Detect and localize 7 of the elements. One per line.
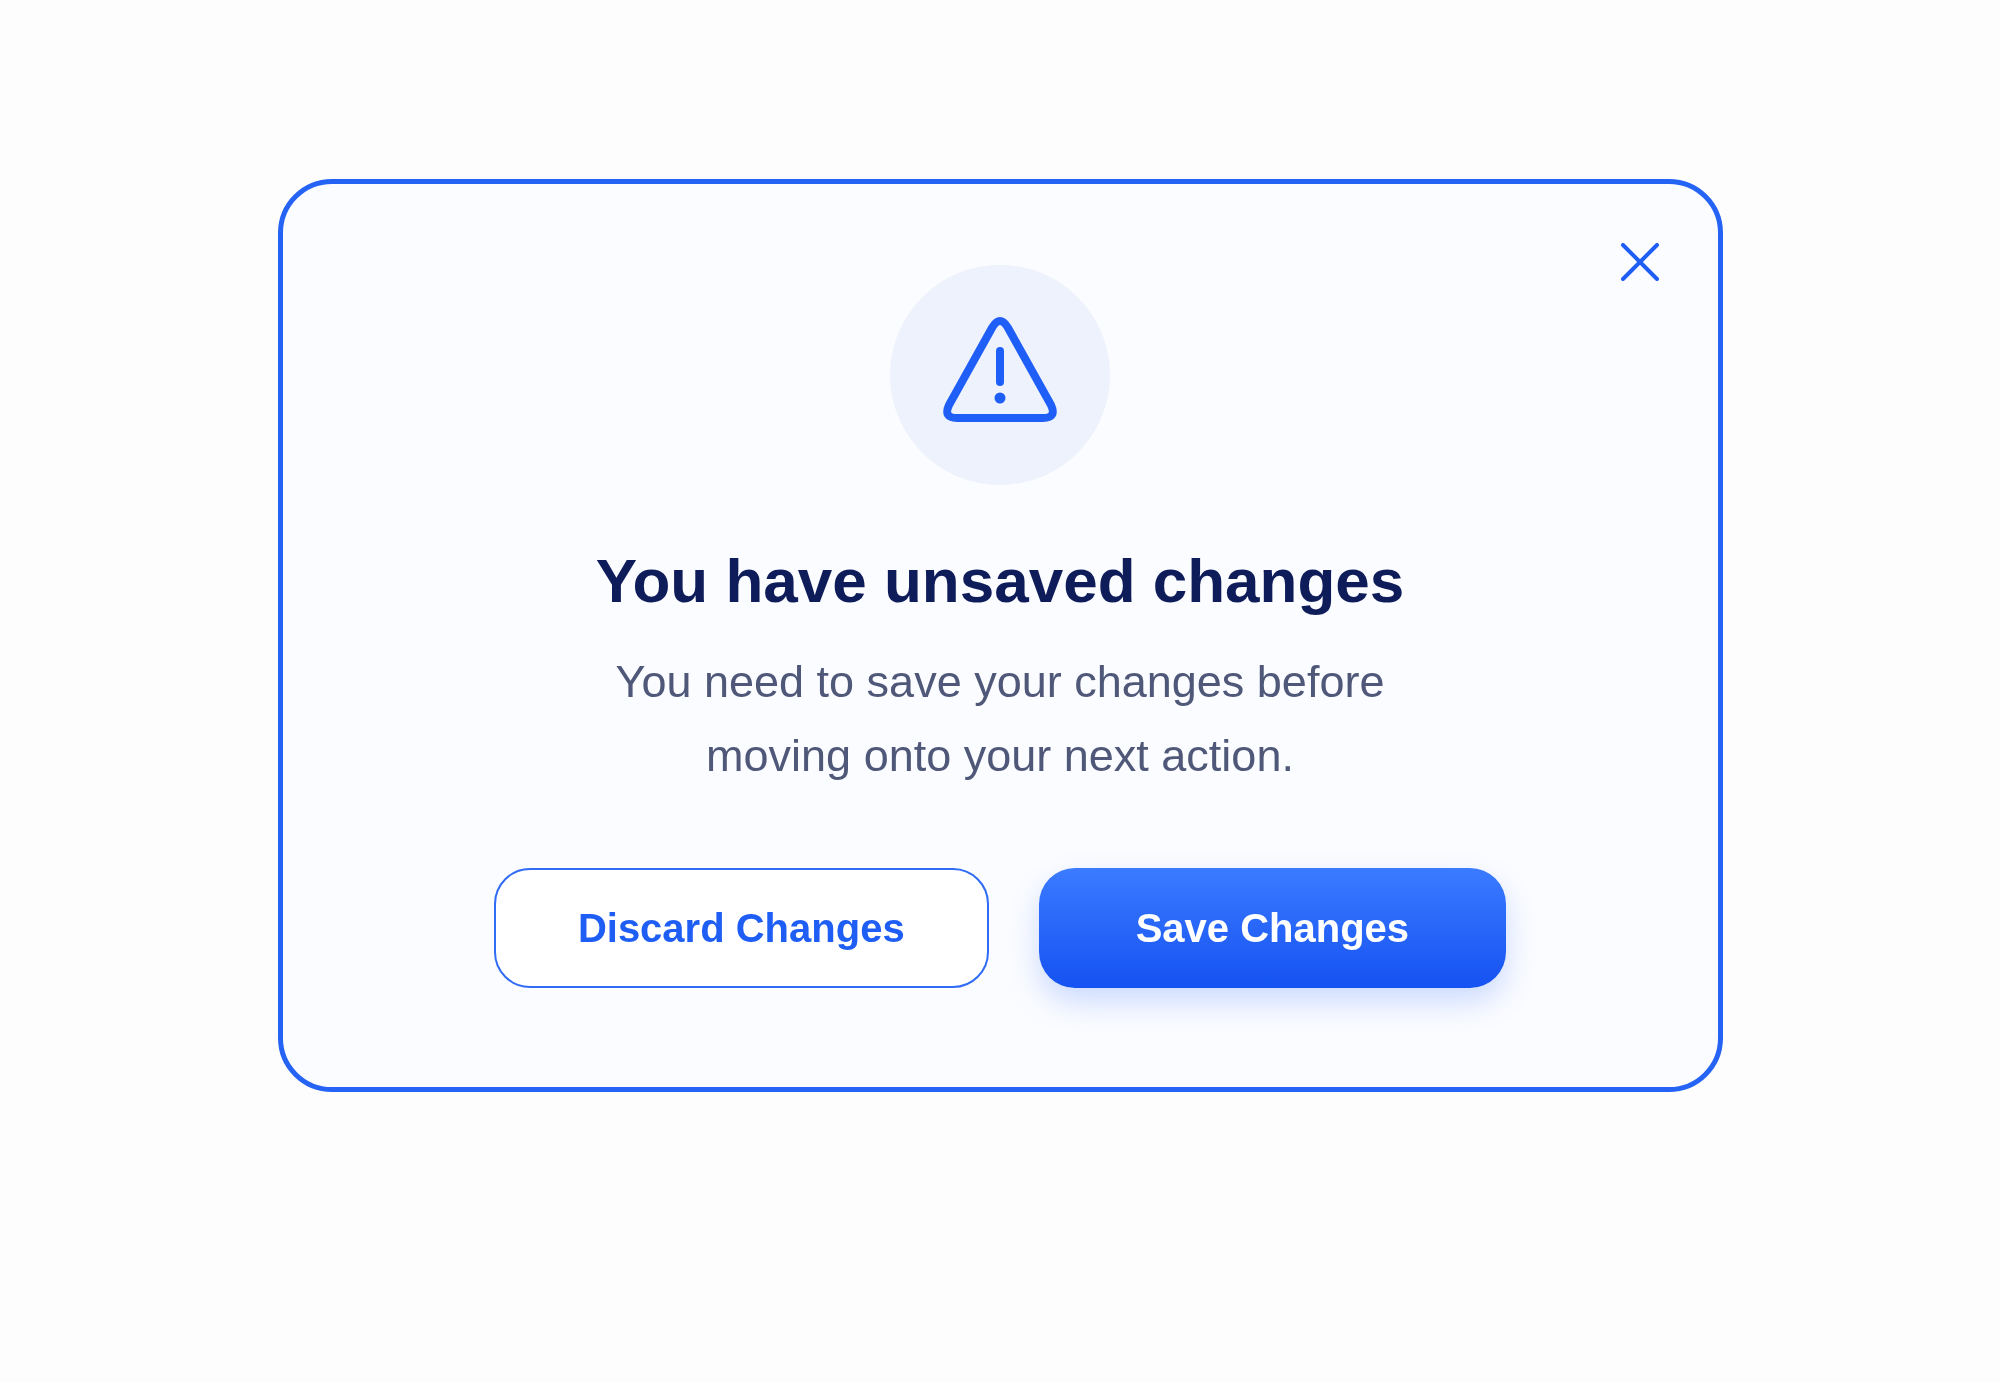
close-button[interactable] (1620, 243, 1659, 281)
discard-button[interactable]: Discard Changes (493, 868, 989, 989)
save-button[interactable]: Save Changes (1038, 868, 1507, 989)
dialog-title: You have unsaved changes (595, 545, 1405, 617)
dialog-message: You need to save your changes before moving onto your next action. (614, 655, 1386, 784)
close-icon (1620, 243, 1659, 281)
warning-icon (890, 265, 1110, 485)
